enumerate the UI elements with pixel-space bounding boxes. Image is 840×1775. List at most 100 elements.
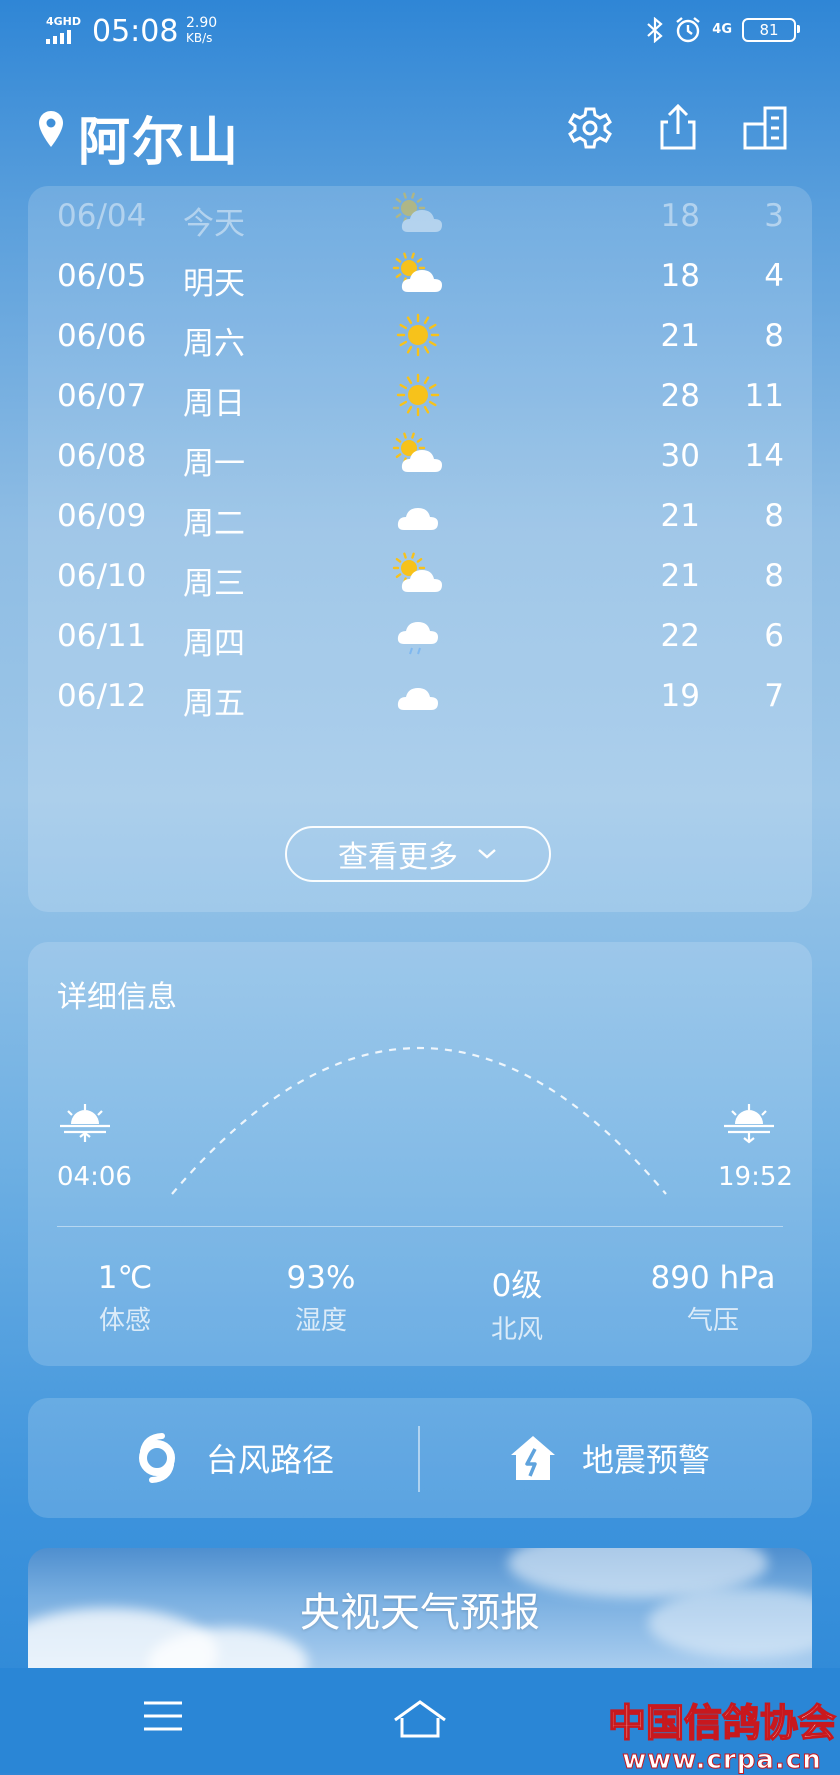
forecast-row[interactable]: 06/08 周一 30 14 — [28, 426, 812, 486]
stat-value: 0级 — [491, 1268, 543, 1304]
forecast-row[interactable]: 06/12 周五 19 7 — [28, 666, 812, 726]
pressure-stat: 890 hPa 气压 — [623, 1260, 803, 1337]
divider — [418, 1426, 420, 1492]
forecast-low: 8 — [764, 318, 784, 354]
share-icon[interactable] — [654, 102, 702, 154]
stat-value: 93% — [286, 1260, 356, 1296]
signal-icon — [46, 30, 71, 44]
see-more-button[interactable]: 查看更多 — [285, 826, 551, 882]
forecast-day: 周四 — [183, 626, 245, 662]
stat-label: 气压 — [686, 1306, 739, 1336]
network-speed: 2.90 KB/s — [186, 16, 217, 46]
city-list-icon[interactable] — [742, 102, 790, 154]
forecast-low: 8 — [764, 558, 784, 594]
watermark: 中国信鸽协会 www.crpa.cn — [607, 1692, 837, 1775]
forecast-date: 06/10 — [57, 558, 147, 594]
stat-label: 湿度 — [294, 1306, 347, 1336]
forecast-row[interactable]: 06/05 明天 18 4 — [28, 246, 812, 306]
forecast-date: 06/06 — [57, 318, 147, 354]
forecast-high: 28 — [660, 378, 700, 414]
stat-label: 北风 — [490, 1315, 543, 1345]
forecast-high: 21 — [660, 318, 700, 354]
watermark-title: 中国信鸽协会 — [607, 1700, 837, 1746]
forecast-low: 8 — [764, 498, 784, 534]
forecast-row[interactable]: 06/09 周二 21 8 — [28, 486, 812, 546]
forecast-high: 21 — [660, 498, 700, 534]
cloudy-icon — [397, 508, 438, 530]
mobile-data-label: 4G — [712, 22, 732, 37]
stat-value: 890 hPa — [650, 1260, 776, 1296]
divider — [57, 1226, 783, 1227]
typhoon-icon — [139, 1433, 175, 1483]
earthquake-label: 地震预警 — [582, 1441, 711, 1479]
forecast-date: 06/04 — [57, 198, 147, 234]
cloudy-icon — [397, 688, 438, 710]
forecast-row[interactable]: 06/04 今天 18 3 — [28, 186, 812, 246]
forecast-day: 明天 — [183, 266, 245, 302]
sunset-icon — [724, 1104, 774, 1144]
sun-path-arc — [171, 1046, 667, 1195]
app-header: 阿尔山 — [0, 92, 840, 175]
cctv-forecast-banner[interactable]: 央视天气预报 — [28, 1548, 812, 1668]
forecast-row[interactable]: 06/07 周日 28 11 — [28, 366, 812, 426]
forecast-date: 06/05 — [57, 258, 147, 294]
stat-label: 体感 — [98, 1306, 151, 1336]
network-type: 4GHD — [46, 15, 82, 28]
stat-value: 1℃ — [97, 1260, 153, 1296]
typhoon-path-button[interactable]: 台风路径 — [132, 1398, 334, 1518]
forecast-row[interactable]: 06/11 周四 22 6 — [28, 606, 812, 666]
sunrise-icon — [60, 1104, 110, 1142]
gear-icon[interactable] — [566, 102, 614, 154]
forecast-date: 06/12 — [57, 678, 147, 714]
forecast-high: 18 — [660, 258, 700, 294]
forecast-day: 周日 — [183, 386, 245, 422]
forecast-low: 6 — [764, 618, 784, 654]
battery-level: 81 — [759, 21, 779, 39]
partly-cloudy-icon — [392, 192, 442, 232]
detail-card: 详细信息 04:06 19:52 1℃ 体感 93% 湿度 0级 北风 890 … — [28, 942, 812, 1366]
city-name[interactable]: 阿尔山 — [78, 100, 240, 175]
sunny-icon — [396, 313, 440, 357]
forecast-date: 06/11 — [57, 618, 147, 654]
forecast-date: 06/09 — [57, 498, 147, 534]
forecast-high: 30 — [660, 438, 700, 474]
light-rain-icon — [397, 622, 438, 655]
speed-value: 2.90 — [186, 15, 218, 31]
forecast-high: 18 — [660, 198, 700, 234]
forecast-day: 周五 — [183, 686, 245, 722]
menu-icon[interactable] — [142, 1698, 184, 1734]
forecast-day: 周六 — [183, 326, 245, 362]
forecast-low: 7 — [764, 678, 784, 714]
forecast-day: 周一 — [183, 446, 245, 482]
wind-stat: 0级 北风 — [427, 1260, 607, 1346]
forecast-low: 4 — [764, 258, 784, 294]
chevron-down-icon — [478, 849, 496, 859]
forecast-row[interactable]: 06/10 周三 21 8 — [28, 546, 812, 606]
forecast-high: 22 — [660, 618, 700, 654]
status-bar: 4GHD 05:08 2.90 KB/s 4G 81 — [0, 0, 840, 66]
speed-unit: KB/s — [186, 31, 213, 45]
sunrise-time: 04:06 — [57, 1162, 132, 1192]
forecast-low: 11 — [744, 378, 784, 414]
feels-like-stat: 1℃ 体感 — [35, 1260, 215, 1337]
see-more-label: 查看更多 — [338, 840, 458, 875]
forecast-row[interactable]: 06/06 周六 21 8 — [28, 306, 812, 366]
forecast-date: 06/08 — [57, 438, 147, 474]
forecast-high: 19 — [660, 678, 700, 714]
sunny-icon — [396, 373, 440, 417]
forecast-low: 3 — [764, 198, 784, 234]
quick-links-card: 台风路径 地震预警 — [28, 1398, 812, 1518]
forecast-day: 今天 — [183, 206, 245, 242]
home-icon[interactable] — [392, 1698, 448, 1740]
partly-cloudy-icon — [392, 432, 442, 472]
forecast-day: 周三 — [183, 566, 245, 602]
banner-title: 央视天气预报 — [300, 1590, 540, 1636]
partly-cloudy-icon — [392, 252, 442, 292]
typhoon-label: 台风路径 — [206, 1441, 335, 1479]
alarm-icon — [676, 17, 701, 43]
status-icons: 4G 81 — [646, 16, 800, 44]
clock: 05:08 — [92, 14, 179, 49]
location-pin-icon — [39, 111, 63, 147]
earthquake-alert-button[interactable]: 地震预警 — [508, 1398, 710, 1518]
forecast-card: 06/04 今天 18 3 06/05 明天 18 4 06/06 周六 21 8 06/07 周日 28 1… — [28, 186, 812, 912]
